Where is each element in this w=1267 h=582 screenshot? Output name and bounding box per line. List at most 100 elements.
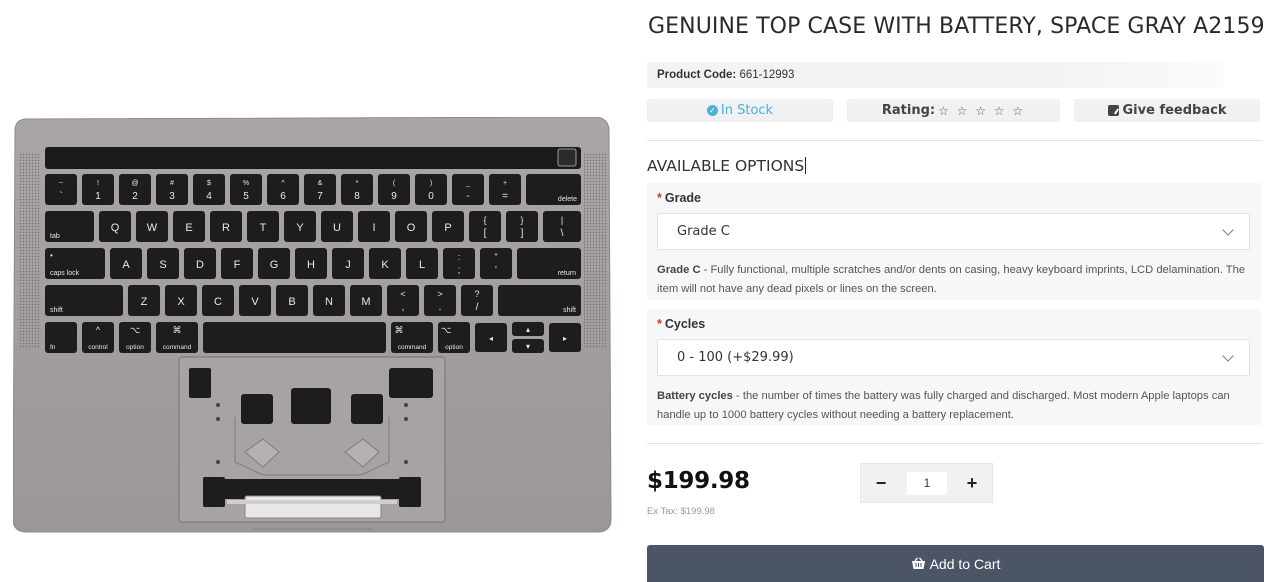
key-label: Y <box>296 222 304 234</box>
key-label: control <box>88 344 108 351</box>
key-symbol: @ <box>131 180 138 187</box>
key-symbol: ? <box>474 289 479 299</box>
key-label: C <box>214 296 222 308</box>
required-mark: * <box>657 317 662 331</box>
key-label: X <box>177 296 185 308</box>
key-label: K <box>381 259 389 271</box>
key-label: R <box>222 222 230 234</box>
give-feedback-label: Give feedback <box>1122 103 1227 118</box>
grade-description: Grade C - Fully functional, multiple scr… <box>657 261 1252 298</box>
key-label: T <box>260 222 267 234</box>
cycles-option: * Cycles 0 - 100 (+$29.99) Battery cycles… <box>647 309 1261 425</box>
key-label: delete <box>558 196 577 203</box>
key-label: command <box>163 344 192 351</box>
give-feedback-button[interactable]: Give feedback <box>1074 99 1260 122</box>
chevron-down-icon <box>1222 224 1234 236</box>
key-symbol: ⌘ <box>395 325 404 335</box>
rating[interactable]: Rating: ☆ ☆ ☆ ☆ ☆ <box>847 99 1060 122</box>
key-symbol: & <box>318 180 323 187</box>
key-label: option <box>126 344 144 351</box>
key-label: 6 <box>280 191 286 202</box>
key-symbol: > <box>437 289 442 299</box>
add-to-cart-label: Add to Cart <box>929 555 1001 572</box>
quantity-stepper: − + <box>860 463 993 503</box>
key-label: 2 <box>132 191 138 202</box>
price: $199.98 <box>647 468 750 494</box>
grade-option: * Grade Grade C Grade C - Fully functiona… <box>647 183 1261 300</box>
cycles-description: Battery cycles - the number of times the… <box>657 387 1252 424</box>
key-label: shift <box>563 307 576 314</box>
grade-desc-text: - Fully functional, multiple scratches a… <box>657 264 1246 295</box>
chevron-down-icon <box>1222 350 1234 362</box>
key-symbol: < <box>400 289 405 299</box>
key-label: ` <box>59 190 62 202</box>
text-cursor <box>805 157 807 174</box>
key-symbol: . <box>439 302 442 313</box>
key-label: A <box>122 259 130 271</box>
key-symbol: • <box>50 251 53 260</box>
cycles-select[interactable]: 0 - 100 (+$29.99) <box>657 339 1250 376</box>
stock-status: ✓ In Stock <box>647 99 833 122</box>
key-symbol: + <box>503 180 507 187</box>
cycles-desc-title: Battery cycles <box>657 390 733 402</box>
key-symbol: $ <box>207 180 211 187</box>
key-symbol: ) <box>430 180 432 187</box>
key-symbol: ⌥ <box>441 325 451 335</box>
key-symbol: ▴ <box>526 325 530 334</box>
cycles-desc-text: - the number of times the battery was fu… <box>657 390 1230 421</box>
options-title: AVAILABLE OPTIONS <box>647 157 807 175</box>
key-label: 3 <box>169 191 175 202</box>
key-label: H <box>307 259 315 271</box>
key-label: return <box>558 270 576 277</box>
key-label: W <box>147 222 158 234</box>
grade-label-text: Grade <box>664 191 702 205</box>
key-label: O <box>407 222 416 234</box>
required-mark: * <box>657 191 662 205</box>
quantity-increase-button[interactable]: + <box>960 472 984 494</box>
key-label: D <box>196 259 204 271</box>
key-symbol: ! <box>97 180 99 187</box>
key-symbol: { <box>483 215 486 225</box>
quantity-input[interactable] <box>907 472 947 495</box>
key-symbol: ◂ <box>489 334 493 343</box>
key-label: V <box>251 296 259 308</box>
key-label: U <box>333 222 341 234</box>
key-label: L <box>419 259 425 271</box>
grade-select[interactable]: Grade C <box>657 213 1250 250</box>
divider <box>647 140 1261 141</box>
key-symbol: ▾ <box>526 342 530 351</box>
key-symbol: # <box>170 180 174 187</box>
options-title-text: AVAILABLE OPTIONS <box>647 157 805 175</box>
key-symbol: : <box>458 252 461 262</box>
quantity-decrease-button[interactable]: − <box>869 472 893 494</box>
key-symbol: ' <box>495 265 497 276</box>
key-label: J <box>345 259 351 271</box>
product-code-value: 661-12993 <box>739 69 795 81</box>
add-to-cart-button[interactable]: Add to Cart <box>647 545 1264 582</box>
key-label: 1 <box>95 191 101 202</box>
key-symbol: ~ <box>59 180 63 187</box>
divider <box>647 443 1261 444</box>
key-label: caps lock <box>50 270 80 277</box>
key-symbol: _ <box>465 180 470 187</box>
key-symbol: ; <box>458 265 461 276</box>
product-image[interactable]: ~ `! 1 @2 #3 $4% 5 ^ 6 & 7 * 8(9) 0 _ - + = delete tab Q W E R T… <box>0 0 625 582</box>
key-symbol: ⌥ <box>130 325 140 335</box>
key-label: command <box>398 344 427 351</box>
keyboard-top-case-image: ~`!1@2#3$4%5^6&7*8(9)0_-+= deletetabQ W E R T… <box>13 117 612 533</box>
cycles-label: * Cycles <box>657 317 705 331</box>
rating-stars[interactable]: ☆ ☆ ☆ ☆ ☆ <box>938 104 1025 118</box>
key-symbol: % <box>243 180 249 187</box>
product-code: Product Code: 661-12993 <box>647 62 1224 88</box>
key-label: = <box>502 191 508 202</box>
key-label: N <box>325 296 333 308</box>
cycles-label-text: Cycles <box>664 317 706 331</box>
rating-label: Rating: <box>881 103 936 118</box>
key-symbol: \ <box>561 228 564 239</box>
key-label: shift <box>50 307 63 314</box>
key-label: 5 <box>243 191 249 202</box>
key-symbol: * <box>356 180 359 187</box>
key-label: E <box>185 222 192 234</box>
key-symbol: " <box>494 252 497 262</box>
key-symbol: / <box>476 302 479 313</box>
